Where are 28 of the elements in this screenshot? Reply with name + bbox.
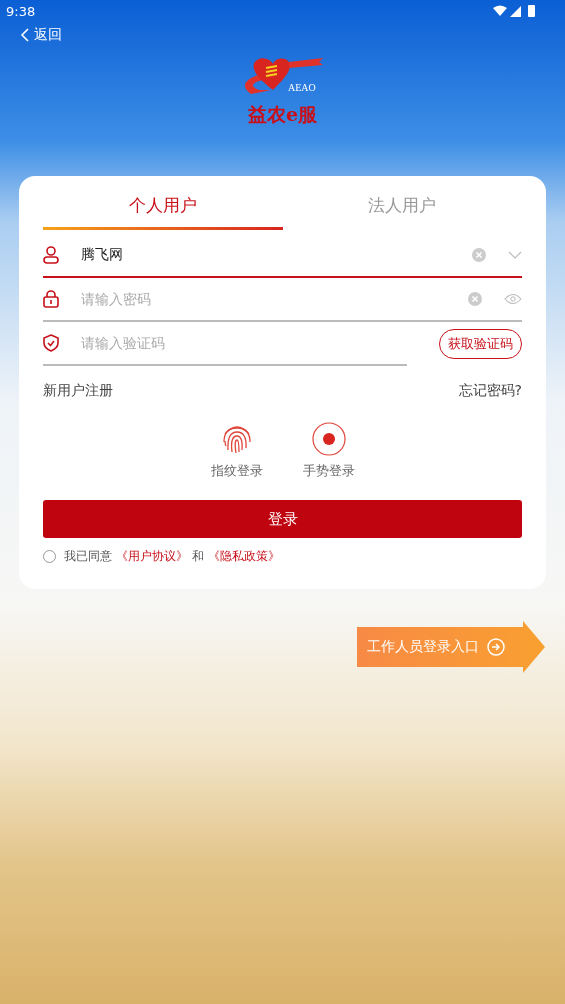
chevron-down-icon[interactable] [508,251,522,259]
quick-login-label[interactable]: 手势登录 [302,462,355,480]
clear-icon[interactable] [472,248,486,262]
person-icon [43,246,59,264]
password-field[interactable]: 请输入密码 [79,290,458,308]
back-button[interactable]: 返回 [20,26,62,44]
agreement-and-text: 和 [192,548,204,565]
verification-code-field[interactable]: 请输入验证码 [79,334,407,352]
chevron-left-icon[interactable] [20,28,30,42]
forgot-password-link[interactable]: 忘记密码? [458,382,522,400]
eye-icon[interactable] [504,293,522,305]
clear-icon[interactable] [468,292,482,306]
agreement-text: 我已同意 [64,548,112,565]
username-field[interactable]: 腾飞网 [79,246,462,264]
login-button[interactable]: 登录 [43,500,522,538]
shield-check-icon [43,334,59,352]
lock-icon [43,290,59,308]
user-type-tab[interactable]: 个人用户 [43,190,283,230]
get-code-button[interactable]: 获取验证码 [439,329,522,359]
logo-latin-text: AEAO [288,82,316,93]
gesture-dot-icon[interactable] [311,422,346,456]
logo-title: 益农e服 [247,102,318,127]
privacy-policy-link[interactable]: 《隐私政策》 [208,548,280,565]
register-link[interactable]: 新用户注册 [43,382,113,400]
user-agreement-link[interactable]: 《用户协议》 [116,548,188,565]
status-time: 9:38 [6,3,36,19]
arrow-circle-icon [487,638,505,656]
quick-login-label[interactable]: 指纹登录 [210,462,263,480]
